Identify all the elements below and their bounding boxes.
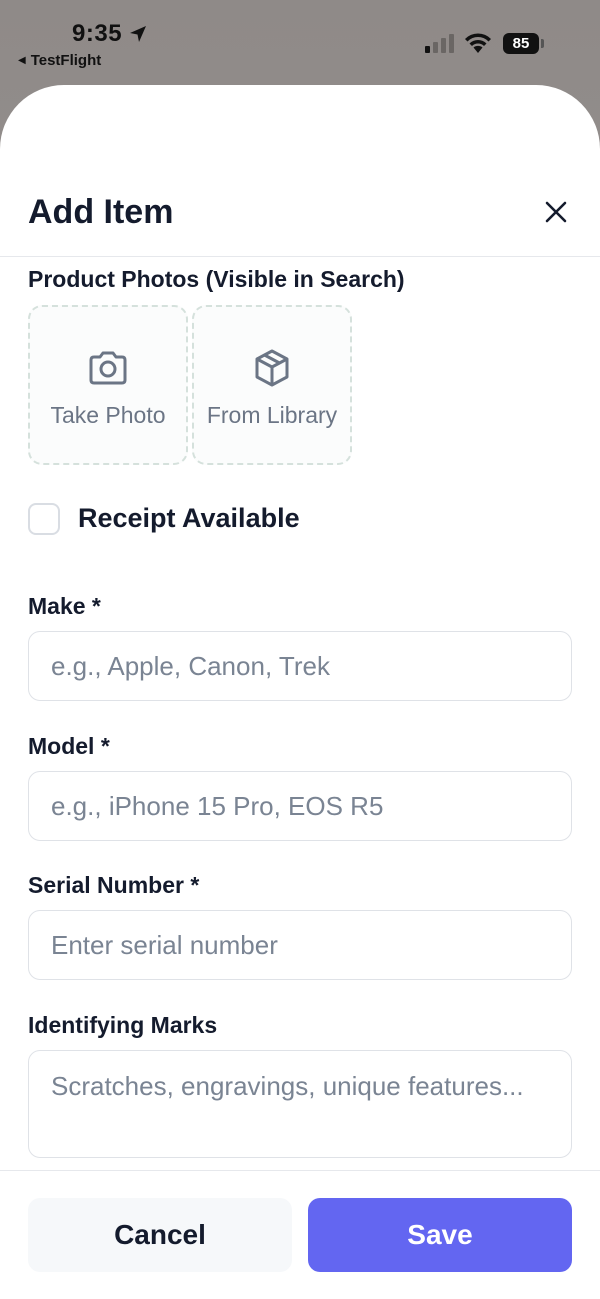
receipt-checkbox[interactable] — [28, 503, 60, 535]
from-library-button[interactable]: From Library — [192, 305, 352, 465]
status-bar: 9:35 ◀ TestFlight 85 — [0, 0, 600, 80]
close-icon — [545, 201, 567, 223]
package-icon — [255, 349, 289, 386]
save-button[interactable]: Save — [308, 1198, 572, 1272]
back-app-label: TestFlight — [30, 52, 102, 69]
serial-number-input[interactable] — [28, 910, 572, 980]
make-input[interactable] — [28, 631, 572, 701]
battery-icon: 85 — [503, 33, 544, 54]
receipt-label: Receipt Available — [78, 503, 300, 533]
header-divider — [0, 256, 600, 257]
cellular-signal-icon — [425, 34, 454, 53]
photos-section-label: Product Photos (Visible in Search) — [28, 266, 405, 292]
sheet-title: Add Item — [28, 193, 174, 231]
take-photo-label: Take Photo — [50, 401, 166, 428]
footer-divider — [0, 1170, 600, 1171]
wifi-icon — [465, 33, 491, 53]
model-label: Model * — [28, 733, 110, 759]
model-input[interactable] — [28, 771, 572, 841]
from-library-label: From Library — [206, 401, 338, 428]
time-text: 9:35 — [72, 20, 123, 47]
serial-number-label: Serial Number * — [28, 872, 200, 898]
location-arrow-icon — [130, 26, 147, 42]
status-time: 9:35 — [72, 20, 148, 48]
close-button[interactable] — [538, 194, 574, 230]
camera-icon — [89, 351, 127, 384]
battery-level: 85 — [512, 35, 530, 52]
cancel-button[interactable]: Cancel — [28, 1198, 292, 1272]
identifying-marks-label: Identifying Marks — [28, 1012, 218, 1038]
identifying-marks-textarea[interactable] — [28, 1050, 572, 1158]
back-to-app-link[interactable]: ◀ TestFlight — [18, 52, 101, 69]
back-triangle-icon: ◀ — [18, 55, 26, 66]
make-label: Make * — [28, 593, 101, 619]
take-photo-button[interactable]: Take Photo — [28, 305, 188, 465]
